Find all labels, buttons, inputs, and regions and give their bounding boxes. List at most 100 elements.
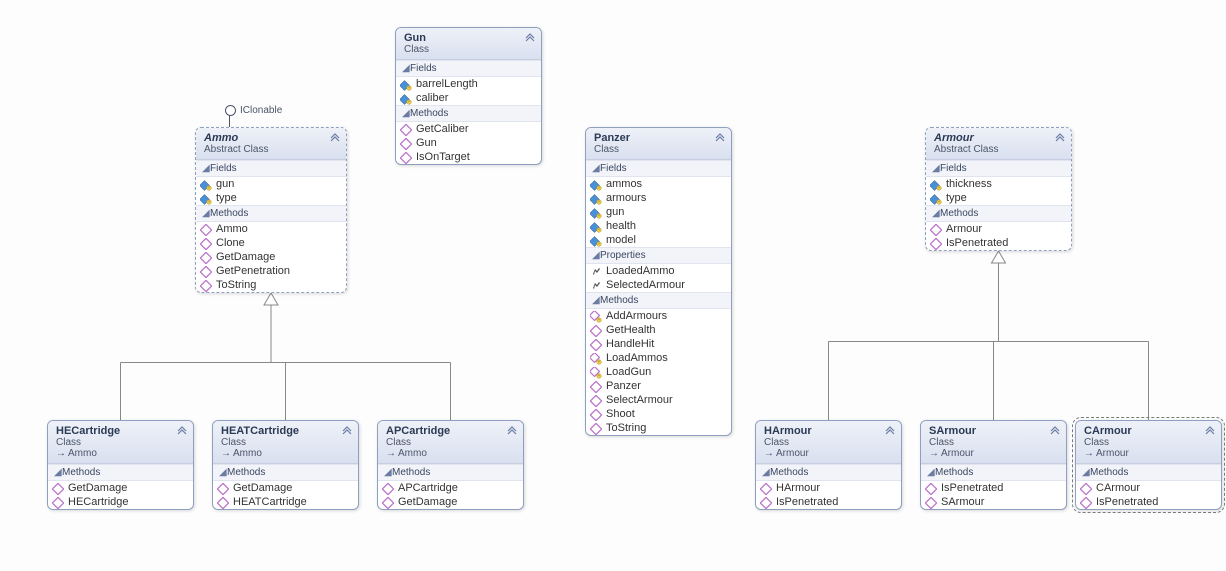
member-name: Shoot [606,408,635,420]
section-methods[interactable]: ◢Methods [921,464,1066,481]
class-header[interactable]: ArmourAbstract Class [926,128,1071,160]
member[interactable]: GetDamage [378,495,523,509]
member[interactable]: AddArmours [586,309,731,323]
member[interactable]: SelectArmour [586,393,731,407]
class-name: CArmour [1084,425,1215,437]
diagram-canvas[interactable]: AmmoAbstract Class◢Fieldsguntype◢Methods… [0,0,1226,571]
member[interactable]: ammos [586,177,731,191]
chevron-up-icon[interactable] [525,32,535,45]
member[interactable]: LoadedAmmo [586,264,731,278]
member[interactable]: type [196,191,346,205]
member[interactable]: IsPenetrated [756,495,901,509]
class-Ammo[interactable]: AmmoAbstract Class◢Fieldsguntype◢Methods… [195,127,347,293]
member[interactable]: gun [196,177,346,191]
class-HEATCartridge[interactable]: HEATCartridgeClass→Ammo◢MethodsGetDamage… [212,420,359,510]
section-methods[interactable]: ◢Methods [213,464,358,481]
chevron-up-icon[interactable] [177,425,187,438]
section-methods[interactable]: ◢Methods [396,105,541,122]
method-priv-icon [590,311,602,323]
member[interactable]: model [586,233,731,247]
class-header[interactable]: AmmoAbstract Class [196,128,346,160]
member[interactable]: type [926,191,1071,205]
member[interactable]: gun [586,205,731,219]
member[interactable]: HandleHit [586,337,731,351]
inherit-arrow-icon: → [1084,448,1094,459]
chevron-up-icon[interactable] [330,132,340,145]
section-methods[interactable]: ◢Methods [586,292,731,309]
member[interactable]: LoadAmmos [586,351,731,365]
class-header[interactable]: HECartridgeClass→Ammo [48,421,193,464]
base-name: Ammo [398,448,427,459]
chevron-up-icon[interactable] [507,425,517,438]
member[interactable]: thickness [926,177,1071,191]
class-Armour[interactable]: ArmourAbstract Class◢Fieldsthicknesstype… [925,127,1072,251]
member[interactable]: SelectedArmour [586,278,731,292]
section-properties[interactable]: ◢Properties [586,247,731,264]
member[interactable]: GetCaliber [396,122,541,136]
member[interactable]: armours [586,191,731,205]
chevron-up-icon[interactable] [715,132,725,145]
class-Gun[interactable]: GunClass◢FieldsbarrelLengthcaliber◢Metho… [395,27,542,165]
field-icon [400,79,412,91]
field-icon [200,179,212,191]
class-SArmour[interactable]: SArmourClass→Armour◢MethodsIsPenetratedS… [920,420,1067,510]
section-fields[interactable]: ◢Fields [586,160,731,177]
member[interactable]: health [586,219,731,233]
member[interactable]: Gun [396,136,541,150]
section-methods[interactable]: ◢Methods [48,464,193,481]
member[interactable]: GetHealth [586,323,731,337]
member[interactable]: GetPenetration [196,264,346,278]
class-APCartridge[interactable]: APCartridgeClass→Ammo◢MethodsAPCartridge… [377,420,524,510]
section-methods[interactable]: ◢Methods [378,464,523,481]
member[interactable]: HEATCartridge [213,495,358,509]
class-CArmour[interactable]: CArmourClass→Armour◢MethodsCArmourIsPene… [1075,420,1222,510]
class-header[interactable]: GunClass [396,28,541,60]
class-HArmour[interactable]: HArmourClass→Armour◢MethodsHArmourIsPene… [755,420,902,510]
section-fields[interactable]: ◢Fields [196,160,346,177]
class-HECartridge[interactable]: HECartridgeClass→Ammo◢MethodsGetDamageHE… [47,420,194,510]
member[interactable]: ToString [586,421,731,435]
member[interactable]: GetDamage [196,250,346,264]
class-header[interactable]: HEATCartridgeClass→Ammo [213,421,358,464]
method-icon [925,497,937,509]
member[interactable]: GetDamage [213,481,358,495]
section-fields[interactable]: ◢Fields [396,60,541,77]
section-methods[interactable]: ◢Methods [1076,464,1221,481]
member[interactable]: GetDamage [48,481,193,495]
class-header[interactable]: SArmourClass→Armour [921,421,1066,464]
member[interactable]: HArmour [756,481,901,495]
member[interactable]: barrelLength [396,77,541,91]
class-header[interactable]: CArmourClass→Armour [1076,421,1221,464]
member[interactable]: IsPenetrated [926,236,1071,250]
member[interactable]: LoadGun [586,365,731,379]
section-methods[interactable]: ◢Methods [926,205,1071,222]
chevron-up-icon[interactable] [1055,132,1065,145]
member[interactable]: Clone [196,236,346,250]
chevron-up-icon[interactable] [342,425,352,438]
section-fields[interactable]: ◢Fields [926,160,1071,177]
member[interactable]: HECartridge [48,495,193,509]
member[interactable]: Ammo [196,222,346,236]
member[interactable]: caliber [396,91,541,105]
member[interactable]: SArmour [921,495,1066,509]
member[interactable]: IsPenetrated [921,481,1066,495]
class-Panzer[interactable]: PanzerClass◢Fieldsammosarmoursgunhealthm… [585,127,732,436]
section-methods[interactable]: ◢Methods [756,464,901,481]
member[interactable]: IsOnTarget [396,150,541,164]
base-name: Armour [1096,448,1129,459]
member[interactable]: APCartridge [378,481,523,495]
chevron-up-icon[interactable] [885,425,895,438]
section-methods[interactable]: ◢Methods [196,205,346,222]
member[interactable]: Shoot [586,407,731,421]
member[interactable]: ToString [196,278,346,292]
chevron-up-icon[interactable] [1205,425,1215,438]
member[interactable]: IsPenetrated [1076,495,1221,509]
chevron-up-icon[interactable] [1050,425,1060,438]
member[interactable]: Panzer [586,379,731,393]
member[interactable]: CArmour [1076,481,1221,495]
class-header[interactable]: APCartridgeClass→Ammo [378,421,523,464]
member[interactable]: Armour [926,222,1071,236]
class-header[interactable]: PanzerClass [586,128,731,160]
class-header[interactable]: HArmourClass→Armour [756,421,901,464]
interface-lollipop[interactable]: IClonable [225,105,282,116]
